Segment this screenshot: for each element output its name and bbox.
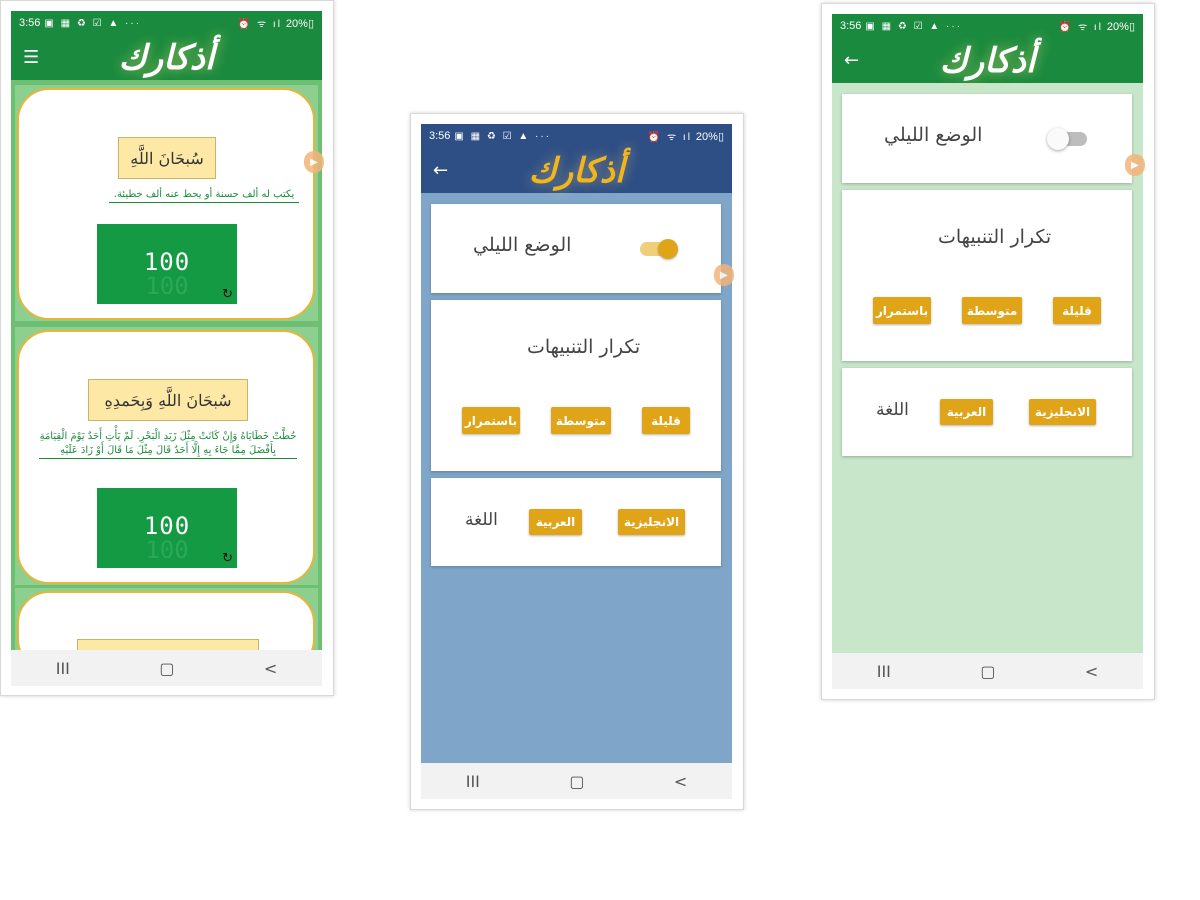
recents-icon[interactable]: III (466, 772, 480, 791)
reset-icon[interactable]: ↻ (222, 551, 233, 566)
counter-ghost: 100 (145, 536, 189, 564)
system-nav-bar: III ▢ < (832, 653, 1143, 689)
recents-icon[interactable]: III (56, 659, 70, 678)
status-time: 3:56 (19, 17, 41, 29)
home-screen: 3:56 ▣ ▦ ♻ ☑ ▲ ··· ⏰ ᯤ ıl 20%▯ ☰ أذكارك … (11, 11, 322, 686)
alert-option-low[interactable]: قليلة (642, 407, 690, 434)
counter-ghost: 100 (145, 272, 189, 300)
toggle-thumb (1047, 128, 1069, 150)
status-bar: 3:56 ▣ ▦ ♻ ☑ ▲ ··· ⏰ ᯤ ıl 20%▯ (421, 124, 732, 148)
home-icon[interactable]: ▢ (569, 772, 584, 791)
side-tab-icon[interactable]: ▶ (1125, 154, 1145, 176)
language-option-arabic[interactable]: العربية (940, 399, 993, 425)
back-icon[interactable]: < (1085, 662, 1098, 681)
language-option-english[interactable]: الانجليزية (1029, 399, 1096, 425)
alerts-frequency-card: تكرار التنبيهات قليلة متوسطة باستمرار (842, 190, 1132, 361)
signal-icons: ⏰ ᯤ ıl (647, 132, 692, 143)
night-mode-card: الوضع الليلي (842, 94, 1132, 183)
zikr-title: سُبحَانَ اللَّهِ وَبِحَمدِهِ (88, 379, 248, 421)
alerts-frequency-label: تكرار التنبيهات (938, 226, 1052, 248)
language-option-english[interactable]: الانجليزية (618, 509, 685, 535)
back-arrow-icon[interactable]: ← (844, 38, 859, 83)
app-logo: أذكارك (118, 37, 215, 78)
night-mode-card: الوضع الليلي (431, 204, 721, 293)
app-bar: ☰ أذكارك (11, 35, 322, 80)
app-logo: أذكارك (939, 40, 1036, 81)
night-mode-toggle[interactable] (640, 239, 678, 259)
app-logo: أذكارك (528, 150, 625, 191)
notification-icons: ▣ ▦ ♻ ☑ ▲ ··· (44, 17, 142, 29)
alerts-frequency-label: تكرار التنبيهات (527, 336, 641, 358)
notification-icons: ▣ ▦ ♻ ☑ ▲ ··· (454, 130, 552, 142)
settings-light-screen: 3:56 ▣ ▦ ♻ ☑ ▲ ··· ⏰ ᯤ ıl 20%▯ ← أذكارك … (832, 14, 1143, 689)
language-option-arabic[interactable]: العربية (529, 509, 582, 535)
battery-level: 20%▯ (695, 130, 724, 143)
phone-settings-light: 3:56 ▣ ▦ ♻ ☑ ▲ ··· ⏰ ᯤ ıl 20%▯ ← أذكارك … (821, 3, 1155, 700)
language-card: اللغة الانجليزية العربية (431, 478, 721, 566)
zikr-card[interactable]: سُبحَانَ اللَّهِ يكتب له ألف حسنة أو يحط… (17, 88, 315, 320)
zikr-description: حُطَّتْ خَطَايَاهُ وَإِنْ كَانَتْ مِثْلَ… (39, 430, 297, 459)
system-nav-bar: III ▢ < (11, 650, 322, 686)
battery-level: 20%▯ (1106, 20, 1135, 33)
home-icon[interactable]: ▢ (980, 662, 995, 681)
back-icon[interactable]: < (674, 772, 687, 791)
phone-home: 3:56 ▣ ▦ ♻ ☑ ▲ ··· ⏰ ᯤ ıl 20%▯ ☰ أذكارك … (0, 0, 334, 696)
status-bar: 3:56 ▣ ▦ ♻ ☑ ▲ ··· ⏰ ᯤ ıl 20%▯ (11, 11, 322, 35)
signal-icons: ⏰ ᯤ ıl (237, 19, 282, 30)
side-tab-icon[interactable]: ▶ (304, 151, 324, 173)
status-time: 3:56 (840, 20, 862, 32)
zikr-title-partial (77, 639, 259, 650)
status-bar: 3:56 ▣ ▦ ♻ ☑ ▲ ··· ⏰ ᯤ ıl 20%▯ (832, 14, 1143, 38)
side-tab-icon[interactable]: ▶ (714, 264, 734, 286)
zikr-card[interactable]: سُبحَانَ اللَّهِ وَبِحَمدِهِ حُطَّتْ خَط… (17, 330, 315, 584)
system-nav-bar: III ▢ < (421, 763, 732, 799)
alert-option-continuous[interactable]: باستمرار (462, 407, 520, 434)
phone-settings-dark: 3:56 ▣ ▦ ♻ ☑ ▲ ··· ⏰ ᯤ ıl 20%▯ ← أذكارك … (410, 113, 744, 810)
back-arrow-icon[interactable]: ← (433, 148, 448, 193)
reset-icon[interactable]: ↻ (222, 287, 233, 302)
night-mode-label: الوضع الليلي (473, 234, 572, 256)
language-label: اللغة (465, 510, 498, 530)
menu-icon[interactable]: ☰ (23, 35, 39, 80)
zikr-card[interactable] (17, 591, 315, 650)
alert-option-medium[interactable]: متوسطة (962, 297, 1022, 324)
back-icon[interactable]: < (264, 659, 277, 678)
notification-icons: ▣ ▦ ♻ ☑ ▲ ··· (865, 20, 963, 32)
zikr-title: سُبحَانَ اللَّهِ (118, 137, 216, 179)
app-bar: ← أذكارك (421, 148, 732, 193)
battery-level: 20%▯ (285, 17, 314, 30)
alerts-frequency-card: تكرار التنبيهات قليلة متوسطة باستمرار (431, 300, 721, 471)
settings-dark-screen: 3:56 ▣ ▦ ♻ ☑ ▲ ··· ⏰ ᯤ ıl 20%▯ ← أذكارك … (421, 124, 732, 799)
zikr-description: يكتب له ألف حسنة أو يحط عنه ألف خطيئة. (109, 188, 299, 203)
alert-option-medium[interactable]: متوسطة (551, 407, 611, 434)
home-icon[interactable]: ▢ (159, 659, 174, 678)
night-mode-label: الوضع الليلي (884, 124, 983, 146)
recents-icon[interactable]: III (877, 662, 891, 681)
status-time: 3:56 (429, 130, 451, 142)
app-bar: ← أذكارك (832, 38, 1143, 83)
counter-button[interactable]: 100 100 ↻ (97, 224, 237, 304)
language-label: اللغة (876, 400, 909, 420)
language-card: اللغة الانجليزية العربية (842, 368, 1132, 456)
zikr-list[interactable]: سُبحَانَ اللَّهِ يكتب له ألف حسنة أو يحط… (11, 80, 322, 650)
toggle-thumb (658, 239, 678, 259)
signal-icons: ⏰ ᯤ ıl (1058, 22, 1103, 33)
counter-button[interactable]: 100 100 ↻ (97, 488, 237, 568)
alert-option-continuous[interactable]: باستمرار (873, 297, 931, 324)
alert-option-low[interactable]: قليلة (1053, 297, 1101, 324)
night-mode-toggle[interactable] (1047, 128, 1087, 150)
